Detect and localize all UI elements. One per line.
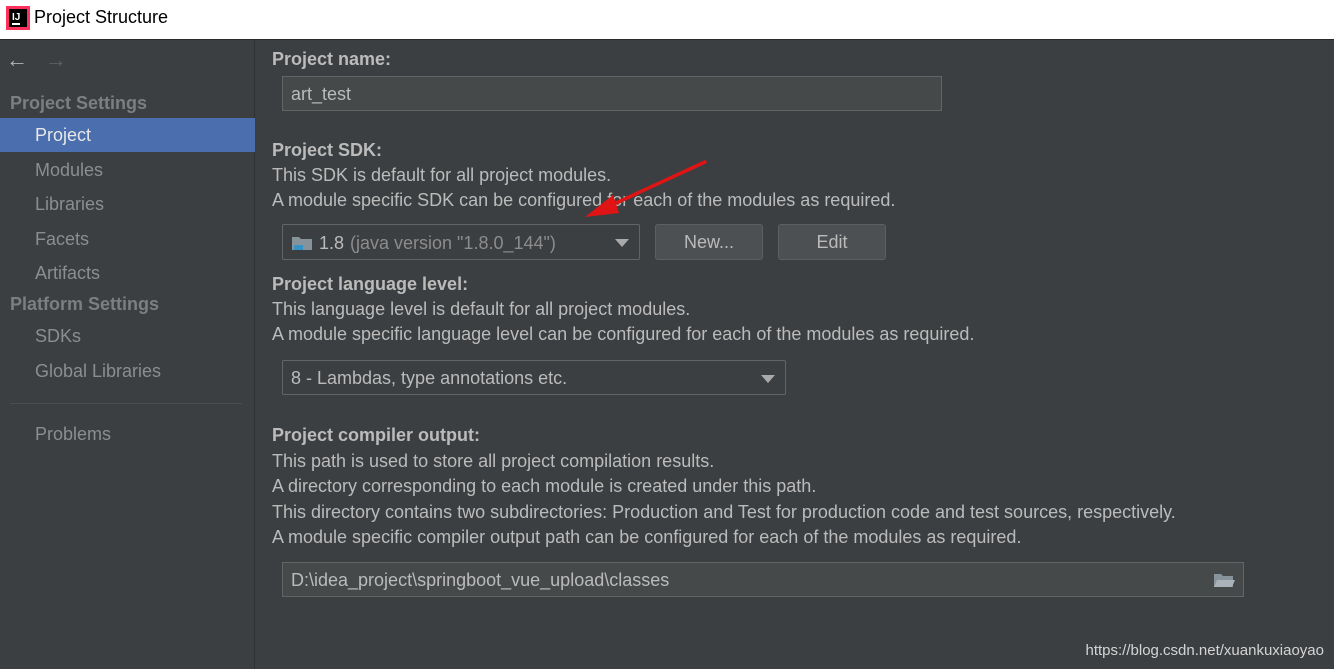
annotation-arrow	[585, 160, 707, 217]
sdk-dropdown[interactable]: 1.8 (java version "1.8.0_144")	[282, 224, 640, 260]
language-level-label: Project language level:	[272, 274, 469, 294]
watermark-text: https://blog.csdn.net/xuankuxiaoyao	[1085, 642, 1325, 659]
folder-icon	[292, 237, 312, 250]
sidebar-item-artifacts[interactable]: Artifacts	[0, 256, 255, 290]
project-settings-header: Project Settings	[10, 93, 148, 113]
compiler-output-description-4: A module specific compiler output path c…	[272, 527, 1022, 547]
sidebar-item-modules[interactable]: Modules	[0, 153, 255, 187]
sdk-edit-button[interactable]: Edit	[778, 224, 886, 260]
sdk-version-detail: (java version "1.8.0_144")	[350, 233, 556, 253]
project-name-label: Project name:	[272, 49, 392, 69]
sdk-description-1: This SDK is default for all project modu…	[272, 165, 612, 185]
compiler-output-description-3: This directory contains two subdirectori…	[272, 502, 1176, 522]
sidebar-item-facets[interactable]: Facets	[0, 222, 255, 256]
svg-text:IJ: IJ	[12, 12, 20, 23]
intellij-app-icon: IJ	[6, 6, 30, 30]
sdk-version: 1.8	[319, 233, 345, 253]
language-level-description-2: A module specific language level can be …	[272, 324, 975, 344]
browse-folder-icon[interactable]	[1213, 572, 1235, 589]
project-sdk-label: Project SDK:	[272, 140, 383, 160]
chevron-down-icon	[615, 239, 629, 247]
compiler-output-label: Project compiler output:	[272, 425, 481, 445]
compiler-output-path-value: D:\idea_project\springboot_vue_upload\cl…	[291, 570, 670, 590]
compiler-output-path-input[interactable]: D:\idea_project\springboot_vue_upload\cl…	[282, 562, 1244, 597]
window-title: Project Structure	[34, 7, 169, 27]
compiler-output-description-2: A directory corresponding to each module…	[272, 476, 817, 496]
sidebar-item-project[interactable]: Project	[0, 118, 255, 152]
sdk-new-button[interactable]: New...	[655, 224, 763, 260]
project-name-value: art_test	[291, 84, 352, 104]
sidebar-item-problems[interactable]: Problems	[0, 417, 255, 451]
compiler-output-description-1: This path is used to store all project c…	[272, 451, 715, 471]
project-name-input[interactable]: art_test	[282, 76, 942, 111]
back-arrow-icon[interactable]: ←	[6, 48, 28, 72]
platform-settings-header: Platform Settings	[10, 294, 160, 314]
sidebar-divider	[10, 403, 242, 404]
language-level-description-1: This language level is default for all p…	[272, 299, 691, 319]
chevron-down-icon	[761, 375, 775, 383]
sidebar-item-sdks[interactable]: SDKs	[0, 319, 255, 353]
window-title-bar: IJ Project Structure	[0, 0, 1334, 40]
sidebar-item-global-libraries[interactable]: Global Libraries	[0, 354, 255, 388]
sidebar-item-libraries[interactable]: Libraries	[0, 187, 255, 221]
forward-arrow-icon[interactable]: →	[45, 48, 67, 72]
language-level-dropdown[interactable]: 8 - Lambdas, type annotations etc.	[282, 360, 786, 395]
language-level-value: 8 - Lambdas, type annotations etc.	[291, 368, 568, 388]
